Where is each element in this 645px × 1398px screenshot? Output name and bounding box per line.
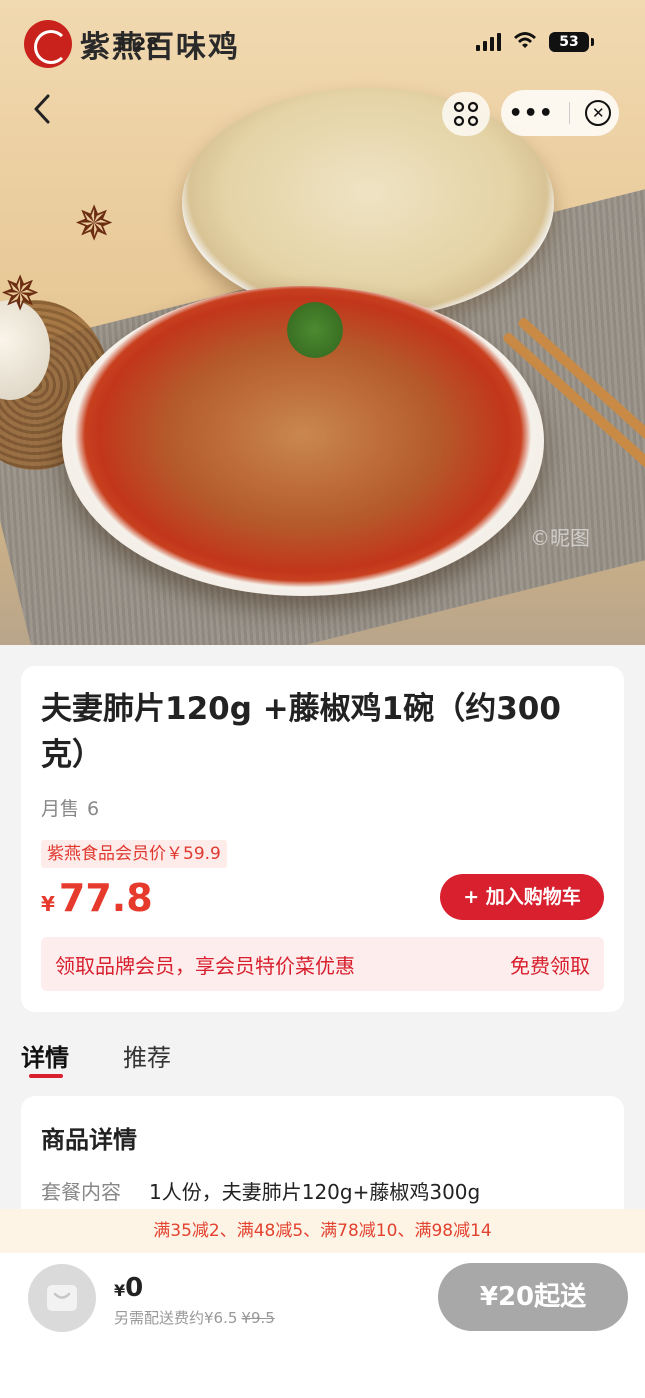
price-currency: ¥ [41, 892, 55, 916]
discount-promo-strip: 满35减2、满48减5、满78减10、满98减14 [0, 1209, 645, 1253]
delivery-fee-original: ¥9.5 [241, 1309, 275, 1327]
details-heading: 商品详情 [41, 1126, 137, 1154]
member-price-tag: 紫燕食品会员价￥59.9 [41, 840, 227, 868]
cellular-signal-icon [476, 33, 501, 51]
product-title: 夫妻肺片120g +藤椒鸡1碗（约300克） [41, 691, 561, 773]
status-time: 3:28 [114, 34, 159, 55]
chevron-left-icon [34, 94, 50, 124]
cart-total-currency: ¥ [114, 1281, 126, 1300]
delivery-fee: 另需配送费约¥6.5 ¥9.5 [114, 1307, 275, 1328]
add-to-cart-button[interactable]: + 加入购物车 [440, 874, 604, 920]
wifi-icon [513, 30, 537, 54]
mini-program-capsule: ••• ✕ [501, 90, 619, 136]
monthly-sales: 月售 6 [41, 794, 99, 821]
cilantro-garnish [280, 300, 350, 360]
detail-tabs: 详情 推荐 [21, 1038, 171, 1078]
cart-button[interactable] [28, 1264, 96, 1332]
detail-value: 1人份，夫妻肺片120g+藤椒鸡300g [149, 1180, 481, 1204]
cart-bar: ¥0 另需配送费约¥6.5 ¥9.5 ¥20起送 [0, 1253, 645, 1398]
close-mini-program-button[interactable]: ✕ [585, 100, 612, 126]
brand-name: 紫燕百味鸡 [80, 30, 240, 65]
member-banner-text: 领取品牌会员，享会员特价菜优惠 [55, 953, 355, 978]
capsule-divider [569, 102, 571, 124]
member-signup-banner[interactable]: 领取品牌会员，享会员特价菜优惠 免费领取 [41, 937, 604, 991]
share-button[interactable] [442, 92, 490, 136]
star-anise: ✵ [74, 196, 115, 252]
price-amount: 77.8 [58, 876, 153, 920]
detail-row: 套餐内容 1人份，夫妻肺片120g+藤椒鸡300g [41, 1176, 480, 1205]
cart-total-amount: 0 [125, 1273, 144, 1303]
close-icon: ✕ [592, 104, 605, 122]
share-nodes-icon [453, 101, 479, 127]
product-info-card: 夫妻肺片120g +藤椒鸡1碗（约300克） 月售 6 紫燕食品会员价￥59.9 … [21, 666, 624, 1012]
detail-key: 套餐内容 [41, 1180, 121, 1204]
delivery-fee-label: 另需配送费约¥6.5 [114, 1309, 238, 1327]
star-anise: ✵ [0, 266, 41, 322]
more-menu-button[interactable]: ••• [509, 101, 554, 126]
cart-total: ¥0 [114, 1273, 143, 1303]
min-order-button[interactable]: ¥20起送 [438, 1263, 628, 1331]
brand-logo-icon [24, 20, 72, 68]
image-watermark: ©昵图 [530, 526, 590, 550]
rattan-pepper-chicken-bowl [182, 88, 554, 318]
shopping-bag-icon [47, 1285, 77, 1311]
tab-details[interactable]: 详情 [21, 1038, 69, 1078]
claim-membership-link[interactable]: 免费领取 [510, 950, 590, 979]
monthly-sales-count: 6 [87, 798, 100, 820]
battery-icon: 53 [549, 32, 594, 52]
status-indicators: 53 [476, 30, 594, 54]
product-price: ¥77.8 [41, 876, 153, 920]
back-button[interactable] [22, 92, 62, 136]
tab-recommend[interactable]: 推荐 [123, 1038, 171, 1073]
monthly-sales-label: 月售 [41, 798, 80, 820]
